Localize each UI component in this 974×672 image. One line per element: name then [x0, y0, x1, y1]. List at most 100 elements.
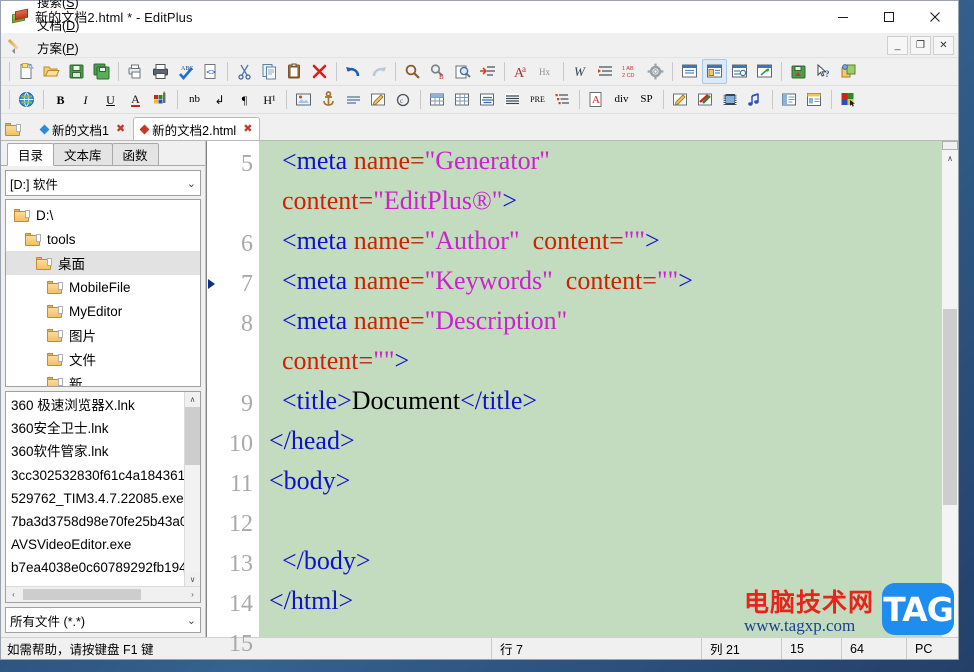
tree-item[interactable]: 桌面 — [6, 251, 200, 275]
bookmark-marker-icon[interactable] — [208, 279, 215, 289]
tree-item[interactable]: MobileFile — [6, 275, 200, 299]
color-palette-icon[interactable] — [148, 87, 173, 112]
preferences-icon[interactable] — [643, 59, 668, 84]
file-list-item[interactable]: 360 极速浏览器X.lnk — [8, 394, 200, 417]
heading-icon[interactable]: H¹ — [257, 87, 282, 112]
align-justify-icon[interactable] — [500, 87, 525, 112]
folder-icon[interactable] — [5, 120, 27, 140]
panel-tab-2[interactable]: 函数 — [111, 143, 159, 165]
editor-vertical-scrollbar[interactable]: ∧ — [941, 141, 958, 637]
scroll-left-arrow-icon[interactable]: ‹ — [6, 590, 21, 599]
undo-icon[interactable] — [341, 59, 366, 84]
save-all-icon[interactable] — [89, 59, 114, 84]
tree-item[interactable]: tools — [6, 227, 200, 251]
underline-icon[interactable]: U — [98, 87, 123, 112]
mdi-restore-button[interactable]: ❐ — [910, 35, 931, 55]
file-list-vertical-scrollbar[interactable]: ∧ ∨ — [184, 392, 200, 587]
close-button[interactable] — [912, 1, 958, 32]
scroll-up-arrow-icon[interactable]: ∧ — [942, 150, 958, 166]
line-numbers-icon[interactable]: 1 AB 2 CD — [618, 59, 643, 84]
menu-item-3[interactable]: 搜索(S) — [29, 0, 99, 13]
view-in-browser-icon[interactable]: <> — [198, 59, 223, 84]
panel-tab-1[interactable]: 文本库 — [53, 143, 113, 165]
bookmark-marker-column[interactable] — [207, 141, 217, 637]
tab-close-icon[interactable]: ✖ — [116, 123, 125, 135]
print-preview-icon[interactable] — [123, 59, 148, 84]
panel-tab-0[interactable]: 目录 — [7, 143, 55, 166]
file-list-item[interactable]: 360软件管家.lnk — [8, 440, 200, 463]
document-tab-0[interactable]: 新的文档1 ✖ — [33, 117, 134, 140]
tree-item[interactable]: 文件 — [6, 347, 200, 371]
file-list-item[interactable]: 360安全卫士.lnk — [8, 417, 200, 440]
document-tab-1[interactable]: 新的文档2.html ✖ — [133, 117, 261, 140]
find-icon[interactable] — [400, 59, 425, 84]
code-text-area[interactable]: <meta name="Generator" content="EditPlus… — [259, 141, 941, 637]
menu-item-4[interactable]: 文档(D) — [29, 13, 99, 36]
copy-icon[interactable] — [257, 59, 282, 84]
minimize-button[interactable] — [820, 1, 866, 32]
tree-item[interactable]: 图片 — [6, 323, 200, 347]
horizontal-rule-icon[interactable] — [341, 87, 366, 112]
mdi-minimize-button[interactable]: _ — [887, 35, 908, 55]
cliptext-window-icon[interactable] — [702, 59, 727, 84]
scrollbar-thumb[interactable] — [185, 407, 200, 465]
word-wrap-icon[interactable]: W — [568, 59, 593, 84]
indent-icon[interactable] — [593, 59, 618, 84]
ftp-upload-icon[interactable] — [786, 59, 811, 84]
paragraph-icon[interactable]: ¶ — [232, 87, 257, 112]
file-list-horizontal-scrollbar[interactable]: ‹ › — [6, 586, 200, 602]
font-tag-icon[interactable]: A — [584, 87, 609, 112]
video-icon[interactable] — [718, 87, 743, 112]
tree-item[interactable]: D:\ — [6, 203, 200, 227]
output-window-icon[interactable] — [727, 59, 752, 84]
color-picker-icon[interactable] — [836, 87, 861, 112]
save-icon[interactable] — [64, 59, 89, 84]
file-filter-selector[interactable]: 所有文件 (*.*) ⌄ — [5, 607, 201, 633]
frame-icon[interactable] — [777, 87, 802, 112]
line-break-icon[interactable]: ↲ — [207, 87, 232, 112]
file-list-item[interactable]: AVSVideoEditor.exe — [8, 533, 200, 556]
file-list-items[interactable]: 360 极速浏览器X.lnk 360安全卫士.lnk 360软件管家.lnk 3cc3… — [6, 392, 200, 586]
open-file-icon[interactable] — [39, 59, 64, 84]
table-icon[interactable] — [450, 87, 475, 112]
file-list[interactable]: 360 极速浏览器X.lnk 360安全卫士.lnk 360软件管家.lnk 3cc3… — [5, 391, 201, 603]
context-help-icon[interactable]: ? — [811, 59, 836, 84]
anchor-icon[interactable] — [316, 87, 341, 112]
preformatted-icon[interactable]: PRE — [525, 87, 550, 112]
replace-icon[interactable]: B — [425, 59, 450, 84]
frameset-icon[interactable] — [802, 87, 827, 112]
redo-icon[interactable] — [366, 59, 391, 84]
document-selector-icon[interactable] — [677, 59, 702, 84]
table-wizard-icon[interactable] — [425, 87, 450, 112]
div-tag-icon[interactable]: div — [609, 87, 634, 112]
new-file-icon[interactable] — [14, 59, 39, 84]
spell-check-icon[interactable]: ABC — [173, 59, 198, 84]
cut-icon[interactable] — [232, 59, 257, 84]
goto-line-icon[interactable] — [475, 59, 500, 84]
hscrollbar-thumb[interactable] — [23, 589, 141, 600]
drive-selector[interactable]: [D:] 软件 ⌄ — [5, 170, 201, 196]
user-tools-icon[interactable] — [836, 59, 861, 84]
change-case-icon[interactable]: Aa — [509, 59, 534, 84]
image-icon[interactable] — [291, 87, 316, 112]
file-list-item[interactable]: 529762_TIM3.4.7.22085.exe — [8, 487, 200, 510]
maximize-button[interactable] — [866, 1, 912, 32]
form-edit-icon[interactable] — [668, 87, 693, 112]
fullscreen-icon[interactable] — [752, 59, 777, 84]
scroll-down-arrow-icon[interactable]: ∨ — [185, 572, 200, 587]
print-icon[interactable] — [148, 59, 173, 84]
align-center-icon[interactable] — [475, 87, 500, 112]
find-in-files-icon[interactable] — [450, 59, 475, 84]
tree-item[interactable]: 新 — [6, 371, 200, 386]
italic-icon[interactable]: I — [73, 87, 98, 112]
mdi-close-button[interactable]: ✕ — [933, 35, 954, 55]
audio-icon[interactable] — [743, 87, 768, 112]
list-icon[interactable] — [550, 87, 575, 112]
file-list-item[interactable]: 3cc302532830f61c4a1843616 — [8, 464, 200, 487]
hex-view-icon[interactable]: Hx — [534, 59, 559, 84]
font-color-icon[interactable]: A — [123, 87, 148, 112]
edit-link-icon[interactable] — [366, 87, 391, 112]
globe-icon[interactable] — [14, 87, 39, 112]
delete-icon[interactable] — [307, 59, 332, 84]
directory-tree[interactable]: D:\tools桌面MobileFileMyEditor图片文件新资源文件 — [5, 199, 201, 387]
